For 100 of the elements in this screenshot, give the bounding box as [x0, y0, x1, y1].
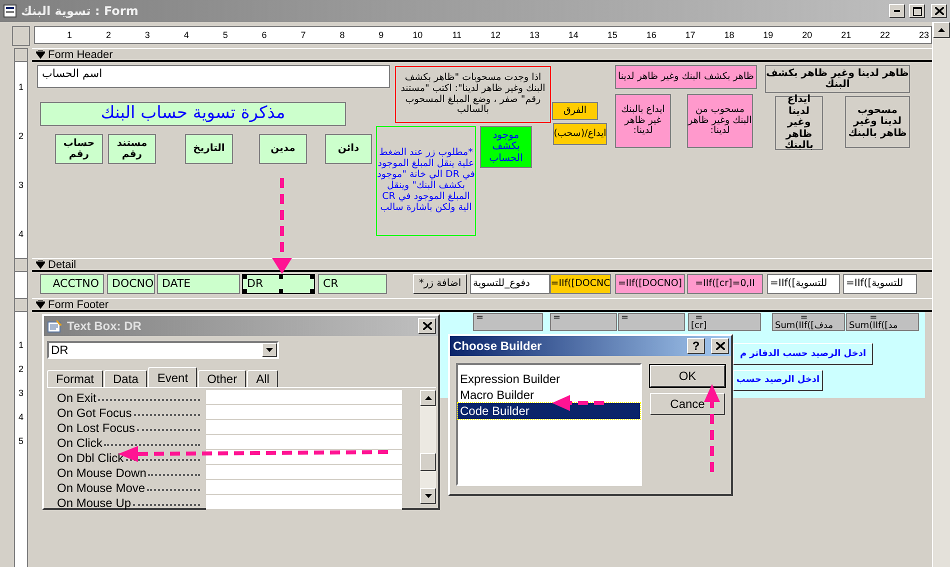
- column-label[interactable]: التاريخ: [185, 134, 233, 164]
- property-tab[interactable]: Format: [47, 370, 104, 387]
- help-button[interactable]: ?: [687, 338, 705, 354]
- textbox-field[interactable]: =IIf([DOCNO]: [615, 274, 685, 294]
- column-label[interactable]: مدين: [259, 134, 307, 164]
- textbox-field[interactable]: =IIf([DOCNC: [550, 274, 611, 294]
- builder-list[interactable]: Expression Builder Macro Builder Code Builder: [456, 363, 642, 486]
- scroll-thumb[interactable]: [420, 453, 436, 471]
- ruler-number: 2: [18, 130, 24, 140]
- property-tab[interactable]: Data: [104, 370, 148, 387]
- vertical-scrollbar[interactable]: [932, 22, 950, 567]
- section-selector[interactable]: [14, 298, 28, 312]
- minimize-button[interactable]: [889, 4, 905, 18]
- dialog-title: Choose Builder: [453, 339, 543, 353]
- property-value-field[interactable]: [206, 390, 402, 405]
- textbox-field[interactable]: =IIf([cr]=0,II: [687, 274, 763, 294]
- textbox-field[interactable]: =IIf([للتسوية: [767, 274, 840, 294]
- textbox-field[interactable]: =IIf([للتسوية: [843, 274, 917, 294]
- calculated-field[interactable]: = [cr]: [688, 313, 761, 331]
- textbox-field[interactable]: DR: [242, 274, 315, 294]
- close-button[interactable]: [931, 4, 947, 18]
- property-tab[interactable]: All: [247, 370, 278, 387]
- calculated-field[interactable]: =: [473, 313, 543, 331]
- column-label[interactable]: ايداع لدينا وغير ظاهر بالبنك: [775, 96, 823, 150]
- column-label[interactable]: موجود بكشف الحساب: [480, 126, 532, 168]
- vertical-ruler: [14, 272, 28, 298]
- property-label: On Mouse Down: [56, 466, 146, 480]
- property-value-field[interactable]: [206, 465, 402, 480]
- minimize-icon: [894, 10, 900, 12]
- calculated-field[interactable]: = Sum(IIf([مدف: [772, 313, 845, 331]
- ruler-number: 1: [35, 31, 74, 39]
- column-label[interactable]: مسحوب لدينا وغير ظاهر بالبنك: [845, 96, 910, 148]
- account-name-textbox[interactable]: اسم الحساب: [37, 65, 390, 88]
- ruler-number: 2: [74, 31, 113, 39]
- property-label: On Got Focus: [56, 406, 132, 420]
- column-label[interactable]: ظاهر بكشف البنك وغير ظاهر لدينا: [615, 65, 757, 89]
- scroll-up-button[interactable]: [933, 22, 950, 38]
- ok-button[interactable]: OK: [650, 365, 725, 387]
- close-button[interactable]: [418, 318, 436, 334]
- property-label: On Dbl Click: [56, 450, 124, 464]
- calculated-field[interactable]: =: [618, 313, 685, 331]
- property-value-field[interactable]: [206, 420, 402, 435]
- textbox-field[interactable]: دفوع_للتسوية: [470, 274, 550, 294]
- section-selector[interactable]: [14, 258, 28, 272]
- property-value-field[interactable]: [206, 435, 402, 450]
- list-item[interactable]: Macro Builder: [458, 387, 640, 403]
- column-label[interactable]: ظاهر لدينا وغير ظاهر بكشف البنك: [765, 65, 910, 93]
- textbox-field[interactable]: CR: [318, 274, 387, 294]
- ruler-number: 3: [112, 31, 152, 39]
- column-label[interactable]: دائن: [325, 134, 372, 164]
- ruler-number: 5: [18, 436, 24, 446]
- section-bar[interactable]: Detail: [32, 258, 932, 272]
- property-value-field[interactable]: [206, 480, 402, 495]
- column-label[interactable]: حساب رقم: [55, 134, 103, 164]
- command-button[interactable]: *اضافة زر: [413, 274, 467, 294]
- column-label[interactable]: مستند رقم: [108, 134, 156, 164]
- section-marker-icon: [36, 300, 45, 309]
- textbox-field[interactable]: ACCTNO: [40, 274, 104, 294]
- ruler-number: 2: [18, 364, 24, 374]
- section-selector[interactable]: [14, 48, 28, 62]
- property-tab[interactable]: Other: [198, 370, 246, 387]
- ruler-number: 1: [18, 340, 24, 350]
- column-label[interactable]: الفرق: [552, 102, 598, 120]
- instruction-note[interactable]: اذا وجدت مسحوبات "ظاهر بكشف البنك وغير ظاهر لدينا": اكتب "مستند رقم" صفر ، وضع المبلغ المسحوب بالسالب: [395, 66, 551, 123]
- column-label[interactable]: ايداع/(سحب): [553, 123, 607, 145]
- dialog-title: Text Box: DR: [67, 319, 142, 333]
- list-item[interactable]: Code Builder: [458, 403, 640, 419]
- scroll-up-button[interactable]: [420, 390, 436, 406]
- scroll-down-button[interactable]: [420, 488, 436, 504]
- dropdown-arrow-icon: [266, 348, 273, 352]
- instruction-note[interactable]: *مطلوب زر عند الضغط علية ينقل المبلغ الموجود في DR الي خانة "موجود بكشف البنك" وينقل المبلغ الموجود في CR الية ولكن باشارة سالب: [376, 126, 476, 236]
- section-bar[interactable]: Form Header: [32, 48, 932, 62]
- list-item[interactable]: Expression Builder: [458, 371, 640, 387]
- textbox-field[interactable]: DATE: [157, 274, 240, 294]
- command-button[interactable]: ادخل الرصيد حسب: [733, 370, 823, 391]
- textbox-field[interactable]: DOCNO: [107, 274, 155, 294]
- object-dropdown[interactable]: DR: [47, 341, 279, 359]
- property-tab[interactable]: Event: [148, 367, 198, 387]
- ruler-number: 4: [152, 31, 191, 39]
- ruler-corner: [12, 26, 30, 46]
- ruler-number: 1: [18, 82, 24, 92]
- property-value-field[interactable]: [206, 405, 402, 420]
- section-bar[interactable]: Form Footer: [32, 298, 932, 312]
- section-marker-icon: [36, 260, 45, 269]
- column-label[interactable]: مسحوب من البنك وغير ظاهر لدينا:: [687, 94, 753, 148]
- property-label: On Click: [56, 436, 102, 450]
- calculated-field[interactable]: =: [550, 313, 617, 331]
- arrow: [552, 395, 604, 411]
- cancel-button[interactable]: Cance: [650, 393, 725, 415]
- maximize-button[interactable]: [909, 4, 925, 18]
- column-label[interactable]: ايداع بالبنك غير ظاهر لدينا:: [615, 94, 671, 148]
- calculated-field[interactable]: = Sum(IIf([مد: [846, 313, 919, 331]
- vertical-scrollbar[interactable]: [420, 390, 436, 504]
- property-value-field[interactable]: [206, 495, 402, 510]
- ruler-number: 4: [18, 412, 24, 422]
- window-title: تسوية البنك : Form: [21, 4, 140, 18]
- form-title-label[interactable]: مذكرة تسوية حساب البنك: [40, 102, 346, 126]
- close-icon: [422, 322, 432, 330]
- close-button[interactable]: [711, 338, 729, 354]
- command-button[interactable]: ادخل الرصيد حسب الدفاتر م: [733, 343, 873, 365]
